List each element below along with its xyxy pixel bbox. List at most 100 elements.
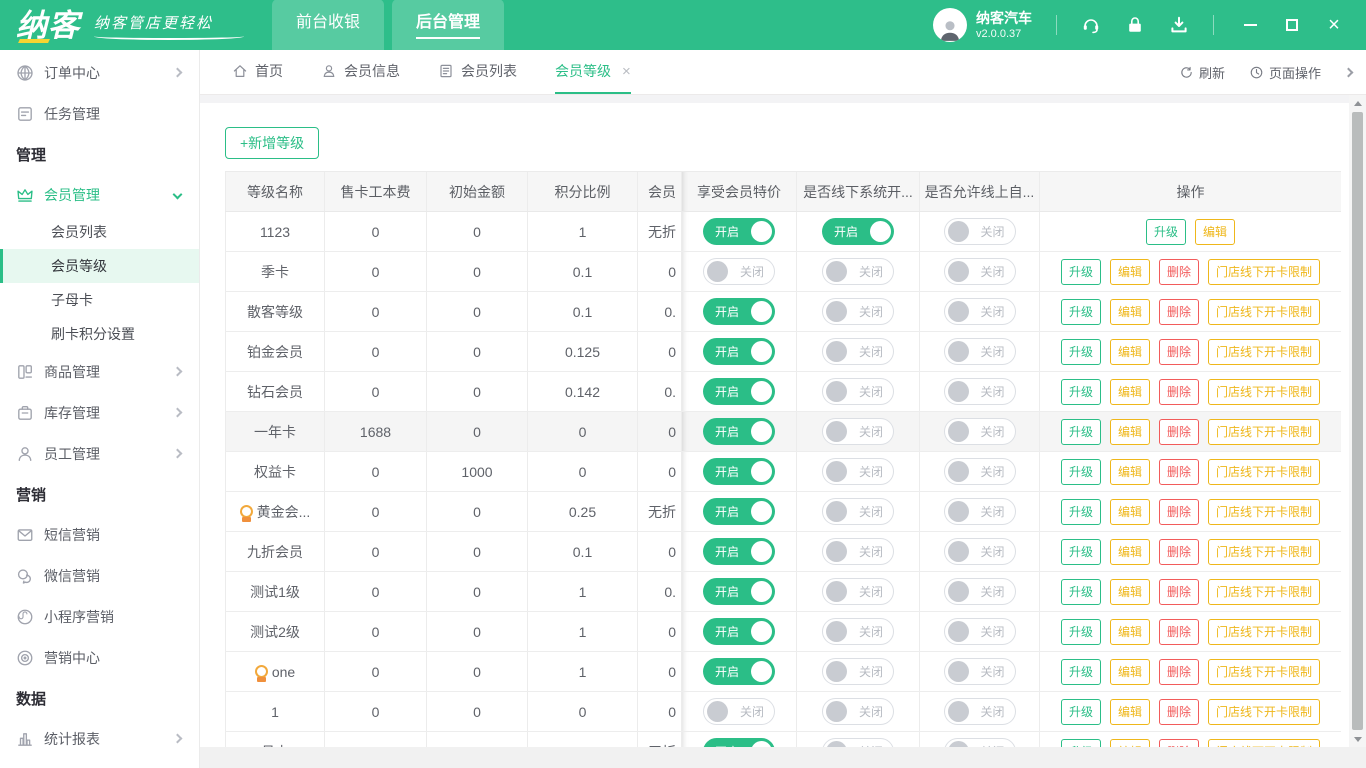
sidebar-item[interactable]: 订单中心 bbox=[0, 52, 199, 93]
online-self-toggle[interactable]: 关闭 bbox=[944, 338, 1016, 365]
online-self-toggle[interactable]: 关闭 bbox=[944, 618, 1016, 645]
special-price-toggle[interactable]: 开启 bbox=[703, 298, 775, 325]
offline-open-toggle[interactable]: 关闭 bbox=[822, 578, 894, 605]
vertical-scrollbar[interactable] bbox=[1349, 95, 1366, 747]
sidebar-item[interactable]: 任务管理 bbox=[0, 93, 199, 134]
sidebar-item[interactable]: 小程序营销 bbox=[0, 596, 199, 637]
download-icon[interactable] bbox=[1169, 15, 1189, 35]
special-price-toggle[interactable]: 开启 bbox=[703, 418, 775, 445]
delete-button[interactable]: 删除 bbox=[1159, 699, 1199, 725]
tab-backend-admin[interactable]: 后台管理 bbox=[392, 0, 504, 50]
online-self-toggle[interactable]: 关闭 bbox=[944, 298, 1016, 325]
upgrade-button[interactable]: 升级 bbox=[1061, 379, 1101, 405]
limit-button[interactable]: 门店线下开卡限制 bbox=[1208, 299, 1320, 325]
offline-open-toggle[interactable]: 关闭 bbox=[822, 538, 894, 565]
delete-button[interactable]: 删除 bbox=[1159, 739, 1199, 748]
online-self-toggle[interactable]: 关闭 bbox=[944, 378, 1016, 405]
sidebar-item[interactable]: 微信营销 bbox=[0, 555, 199, 596]
offline-open-toggle[interactable]: 关闭 bbox=[822, 378, 894, 405]
special-price-toggle[interactable]: 开启 bbox=[703, 218, 775, 245]
edit-button[interactable]: 编辑 bbox=[1110, 619, 1150, 645]
delete-button[interactable]: 删除 bbox=[1159, 499, 1199, 525]
offline-open-toggle[interactable]: 关闭 bbox=[822, 498, 894, 525]
delete-button[interactable]: 删除 bbox=[1159, 259, 1199, 285]
edit-button[interactable]: 编辑 bbox=[1110, 579, 1150, 605]
edit-button[interactable]: 编辑 bbox=[1110, 299, 1150, 325]
offline-open-toggle[interactable]: 关闭 bbox=[822, 658, 894, 685]
edit-button[interactable]: 编辑 bbox=[1110, 499, 1150, 525]
delete-button[interactable]: 删除 bbox=[1159, 459, 1199, 485]
limit-button[interactable]: 门店线下开卡限制 bbox=[1208, 619, 1320, 645]
limit-button[interactable]: 门店线下开卡限制 bbox=[1208, 539, 1320, 565]
delete-button[interactable]: 删除 bbox=[1159, 299, 1199, 325]
minimize-button[interactable] bbox=[1242, 17, 1258, 33]
online-self-toggle[interactable]: 关闭 bbox=[944, 738, 1016, 747]
edit-button[interactable]: 编辑 bbox=[1195, 219, 1235, 245]
limit-button[interactable]: 门店线下开卡限制 bbox=[1208, 259, 1320, 285]
refresh-button[interactable]: 刷新 bbox=[1179, 63, 1225, 82]
upgrade-button[interactable]: 升级 bbox=[1061, 739, 1101, 748]
special-price-toggle[interactable]: 开启 bbox=[703, 658, 775, 685]
edit-button[interactable]: 编辑 bbox=[1110, 699, 1150, 725]
edit-button[interactable]: 编辑 bbox=[1110, 539, 1150, 565]
offline-open-toggle[interactable]: 关闭 bbox=[822, 698, 894, 725]
edit-button[interactable]: 编辑 bbox=[1110, 339, 1150, 365]
upgrade-button[interactable]: 升级 bbox=[1061, 619, 1101, 645]
edit-button[interactable]: 编辑 bbox=[1110, 459, 1150, 485]
delete-button[interactable]: 删除 bbox=[1159, 379, 1199, 405]
upgrade-button[interactable]: 升级 bbox=[1061, 419, 1101, 445]
delete-button[interactable]: 删除 bbox=[1159, 419, 1199, 445]
upgrade-button[interactable]: 升级 bbox=[1061, 539, 1101, 565]
upgrade-button[interactable]: 升级 bbox=[1146, 219, 1186, 245]
sidebar-item[interactable]: 会员管理 bbox=[0, 174, 199, 215]
upgrade-button[interactable]: 升级 bbox=[1061, 259, 1101, 285]
limit-button[interactable]: 门店线下开卡限制 bbox=[1208, 579, 1320, 605]
scroll-down-arrow[interactable] bbox=[1349, 731, 1366, 747]
tab-front-cashier[interactable]: 前台收银 bbox=[272, 0, 384, 50]
limit-button[interactable]: 门店线下开卡限制 bbox=[1208, 699, 1320, 725]
sidebar-item[interactable]: 统计报表 bbox=[0, 718, 199, 759]
offline-open-toggle[interactable]: 关闭 bbox=[822, 418, 894, 445]
online-self-toggle[interactable]: 关闭 bbox=[944, 658, 1016, 685]
upgrade-button[interactable]: 升级 bbox=[1061, 459, 1101, 485]
online-self-toggle[interactable]: 关闭 bbox=[944, 538, 1016, 565]
page-tab[interactable]: 会员列表 bbox=[438, 50, 517, 94]
special-price-toggle[interactable]: 关闭 bbox=[703, 258, 775, 285]
online-self-toggle[interactable]: 关闭 bbox=[944, 498, 1016, 525]
limit-button[interactable]: 门店线下开卡限制 bbox=[1208, 499, 1320, 525]
special-price-toggle[interactable]: 开启 bbox=[703, 378, 775, 405]
delete-button[interactable]: 删除 bbox=[1159, 659, 1199, 685]
add-level-button[interactable]: +新增等级 bbox=[225, 127, 319, 159]
special-price-toggle[interactable]: 开启 bbox=[703, 738, 775, 747]
offline-open-toggle[interactable]: 关闭 bbox=[822, 738, 894, 747]
edit-button[interactable]: 编辑 bbox=[1110, 419, 1150, 445]
offline-open-toggle[interactable]: 关闭 bbox=[822, 258, 894, 285]
page-operations-button[interactable]: 页面操作 bbox=[1249, 63, 1321, 82]
horizontal-scrollbar-track[interactable] bbox=[200, 747, 1366, 768]
page-tab[interactable]: 首页 bbox=[232, 50, 283, 94]
sidebar-item[interactable]: 数据分析 bbox=[0, 759, 199, 768]
delete-button[interactable]: 删除 bbox=[1159, 579, 1199, 605]
upgrade-button[interactable]: 升级 bbox=[1061, 659, 1101, 685]
offline-open-toggle[interactable]: 关闭 bbox=[822, 458, 894, 485]
special-price-toggle[interactable]: 关闭 bbox=[703, 698, 775, 725]
scroll-up-arrow[interactable] bbox=[1349, 95, 1366, 111]
delete-button[interactable]: 删除 bbox=[1159, 619, 1199, 645]
delete-button[interactable]: 删除 bbox=[1159, 339, 1199, 365]
limit-button[interactable]: 门店线下开卡限制 bbox=[1208, 379, 1320, 405]
offline-open-toggle[interactable]: 关闭 bbox=[822, 618, 894, 645]
special-price-toggle[interactable]: 开启 bbox=[703, 618, 775, 645]
upgrade-button[interactable]: 升级 bbox=[1061, 579, 1101, 605]
online-self-toggle[interactable]: 关闭 bbox=[944, 458, 1016, 485]
online-self-toggle[interactable]: 关闭 bbox=[944, 258, 1016, 285]
online-self-toggle[interactable]: 关闭 bbox=[944, 418, 1016, 445]
limit-button[interactable]: 门店线下开卡限制 bbox=[1208, 339, 1320, 365]
limit-button[interactable]: 门店线下开卡限制 bbox=[1208, 419, 1320, 445]
edit-button[interactable]: 编辑 bbox=[1110, 739, 1150, 748]
upgrade-button[interactable]: 升级 bbox=[1061, 699, 1101, 725]
lock-icon[interactable] bbox=[1125, 15, 1145, 35]
limit-button[interactable]: 门店线下开卡限制 bbox=[1208, 739, 1320, 748]
limit-button[interactable]: 门店线下开卡限制 bbox=[1208, 659, 1320, 685]
chevron-right-icon[interactable] bbox=[1344, 67, 1354, 77]
maximize-button[interactable] bbox=[1284, 17, 1300, 33]
